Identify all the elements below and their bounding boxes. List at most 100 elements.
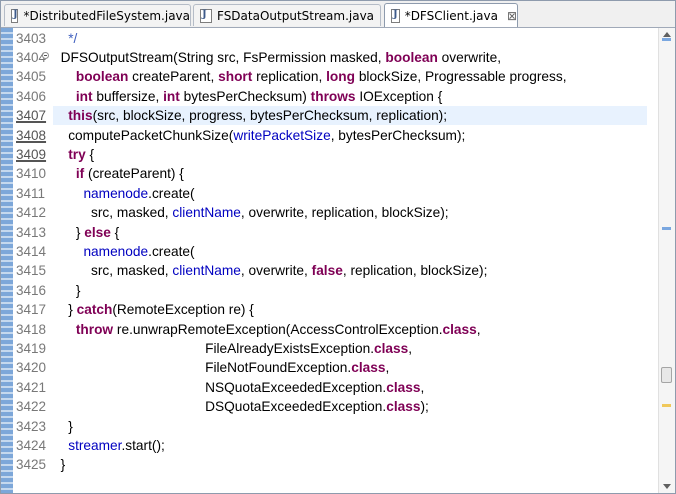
tab-fs-data-output-stream[interactable]: FSDataOutputStream.java — [193, 4, 381, 26]
code-line[interactable]: src, masked, clientName, overwrite, repl… — [53, 203, 647, 222]
code-line[interactable]: DSQuotaExceededException.class); — [53, 397, 647, 416]
keyword-token: this — [68, 108, 93, 124]
overview-ruler-mark[interactable] — [662, 38, 671, 41]
line-number: 3421 — [16, 379, 47, 395]
editor-window: *DistributedFileSystem.java FSDataOutput… — [0, 0, 676, 494]
line-number: 3415 — [16, 263, 47, 279]
code-line[interactable]: } — [53, 455, 647, 474]
code-line[interactable]: } catch(RemoteException re) { — [53, 300, 647, 319]
keyword-token: class — [351, 360, 386, 376]
annotation-ruler — [1, 28, 13, 493]
code-line[interactable]: } else { — [53, 223, 647, 242]
code-token: re.unwrapRemoteException(AccessControlEx… — [113, 321, 443, 337]
code-token: computePacketChunkSize( — [53, 127, 234, 143]
code-token: overwrite, — [437, 49, 502, 65]
code-line[interactable]: streamer.start(); — [53, 436, 647, 455]
line-number: 3423 — [16, 418, 47, 434]
code-line[interactable]: DFSOutputStream(String src, FsPermission… — [53, 48, 647, 67]
keyword-token: boolean — [75, 69, 129, 85]
code-line[interactable]: if (createParent) { — [53, 164, 647, 183]
tab-distributed-file-system[interactable]: *DistributedFileSystem.java — [4, 4, 191, 26]
keyword-token: if — [75, 166, 85, 182]
line-number: 3418 — [16, 321, 47, 337]
line-number: 3414 — [16, 243, 47, 259]
field-token: clientName — [172, 263, 241, 279]
code-editor[interactable]: 3403 3404 3405 3406 3407 3408 3409 3410 3411 3412… — [1, 28, 675, 493]
line-number: 3403 — [16, 30, 47, 46]
vertical-scrollbar[interactable] — [658, 28, 675, 493]
overview-ruler-mark[interactable] — [662, 404, 671, 407]
line-number: 3411 — [16, 185, 46, 201]
line-number: 3409 — [16, 146, 47, 162]
code-token: , — [385, 360, 390, 376]
code-line[interactable]: FileNotFoundException.class, — [53, 358, 647, 377]
code-token: src, masked, — [53, 263, 173, 279]
code-token: DFSOutputStream(String src, FsPermission… — [53, 49, 386, 65]
keyword-token: class — [386, 379, 421, 395]
code-line[interactable]: computePacketChunkSize(writePacketSize, … — [53, 126, 647, 145]
code-token: src, masked, — [53, 205, 173, 221]
overview-ruler-mark[interactable] — [662, 227, 671, 230]
scroll-down-arrow-icon[interactable] — [663, 484, 671, 489]
tab-label: *DistributedFileSystem.java — [23, 8, 190, 23]
code-line[interactable]: NSQuotaExceededException.class, — [53, 378, 647, 397]
scrollbar-thumb[interactable] — [661, 367, 672, 383]
code-token: } — [53, 282, 81, 298]
keyword-token: boolean — [385, 49, 438, 65]
code-token: , — [420, 379, 425, 395]
line-number: 3410 — [16, 166, 47, 182]
code-line[interactable]: */ — [53, 29, 647, 48]
code-line[interactable]: int buffersize, int bytesPerChecksum) th… — [53, 87, 647, 106]
code-line[interactable]: FileAlreadyExistsException.class, — [53, 339, 647, 358]
line-number: 3404 — [16, 49, 47, 65]
code-token: , replication, blockSize); — [342, 263, 488, 279]
current-code-line[interactable]: this(src, blockSize, progress, bytesPerC… — [53, 106, 647, 126]
keyword-token: else — [84, 224, 111, 240]
tab-dfs-client[interactable]: *DFSClient.java ⊠ — [384, 3, 518, 27]
line-number: 3419 — [16, 340, 47, 356]
code-token: , overwrite, — [240, 263, 312, 279]
code-line[interactable]: try { — [53, 145, 647, 164]
code-line[interactable]: src, masked, clientName, overwrite, fals… — [53, 261, 647, 280]
scroll-up-arrow-icon[interactable] — [663, 32, 671, 37]
code-token: , — [408, 340, 413, 356]
field-token: writePacketSize — [233, 127, 331, 143]
code-token: (src, blockSize, progress, bytesPerCheck… — [92, 108, 448, 124]
fold-collapse-icon[interactable] — [42, 52, 49, 59]
code-token: { — [85, 146, 95, 162]
code-token: ); — [420, 399, 429, 415]
code-line[interactable]: throw re.unwrapRemoteException(AccessCon… — [53, 320, 647, 339]
keyword-token: class — [442, 321, 477, 337]
code-line[interactable]: } — [53, 281, 647, 300]
keyword-token: catch — [76, 302, 113, 318]
keyword-token: short — [218, 69, 253, 85]
code-token: { — [110, 224, 120, 240]
keyword-token: long — [326, 69, 356, 85]
close-tab-icon[interactable]: ⊠ — [507, 9, 517, 23]
code-token: } — [53, 224, 85, 240]
java-file-icon — [200, 8, 212, 23]
keyword-token: try — [68, 146, 86, 162]
field-token: namenode — [83, 243, 149, 259]
keyword-token: int — [163, 88, 180, 104]
line-number: 3407 — [16, 108, 47, 124]
code-line[interactable]: boolean createParent, short replication,… — [53, 67, 647, 86]
code-area[interactable]: */ DFSOutputStream(String src, FsPermiss… — [53, 28, 647, 493]
keyword-token: false — [311, 263, 343, 279]
code-line[interactable]: namenode.create( — [53, 184, 647, 203]
line-number: 3422 — [16, 399, 47, 415]
field-token: streamer — [68, 437, 122, 453]
line-number-gutter: 3403 3404 3405 3406 3407 3408 3409 3410 3411 3412… — [13, 28, 53, 493]
code-line[interactable]: } — [53, 417, 647, 436]
code-token: , overwrite, replication, blockSize); — [240, 205, 449, 221]
code-token: , — [476, 321, 481, 337]
code-token: .create( — [148, 185, 195, 201]
code-token: blockSize, Progressable progress, — [355, 69, 567, 85]
code-token: IOException { — [355, 88, 443, 104]
code-line[interactable]: namenode.create( — [53, 242, 647, 261]
